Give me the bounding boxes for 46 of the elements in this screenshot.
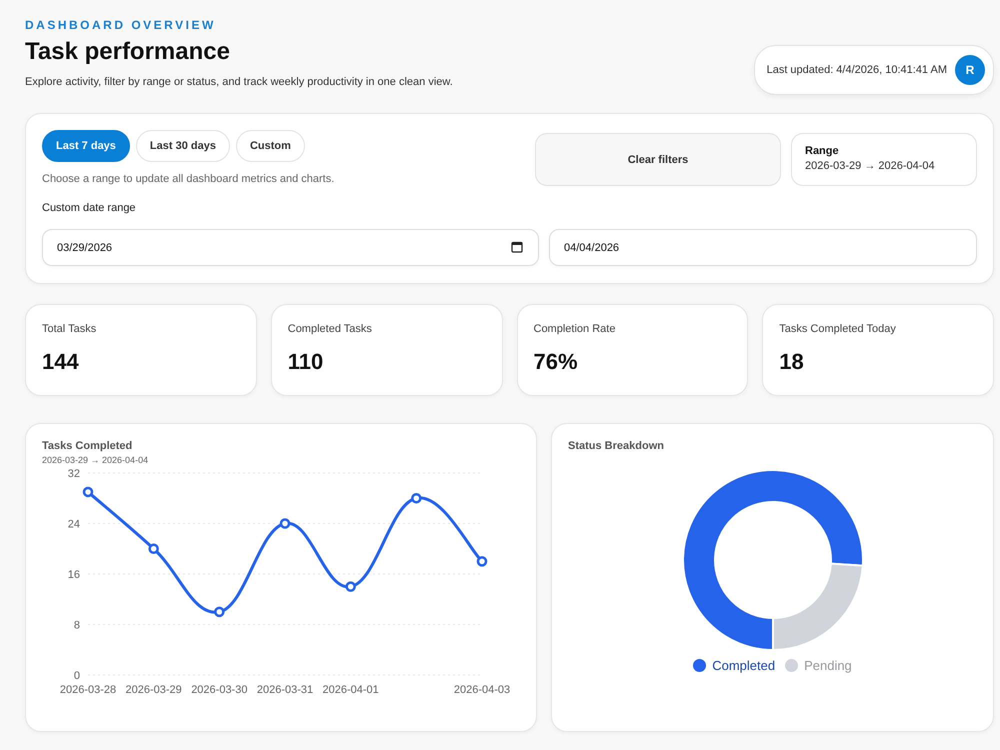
y-tick-label: 8 [74, 620, 80, 632]
data-point [411, 493, 422, 504]
data-point [214, 606, 225, 618]
calendar-icon[interactable] [511, 241, 523, 253]
legend-label[interactable]: Completed [712, 658, 776, 673]
range-chip[interactable]: Last 7 days [42, 130, 130, 162]
data-point [476, 556, 488, 567]
data-point [148, 544, 159, 554]
chart-subtitle: 2026-03-29 → 2026-04-04 [42, 455, 150, 465]
data-point [82, 486, 94, 498]
stat-value: 76% [534, 349, 579, 375]
y-tick-label: 32 [68, 468, 80, 480]
stat-value: 110 [288, 349, 324, 375]
last-updated-text: Last updated: 4/4/2026, 10:41:41 AM [766, 64, 947, 76]
x-tick-label: 2026-03-28 [60, 684, 116, 696]
y-tick-label: 16 [68, 569, 80, 581]
range-chip[interactable]: Custom [236, 130, 305, 162]
page-subtitle: Explore activity, filter by range or status, and track weekly productivity in one clean view. [25, 76, 453, 88]
x-tick-label: 2026-03-30 [191, 684, 248, 696]
x-tick-label: 2026-04-03 [454, 684, 510, 696]
data-point [345, 581, 356, 592]
stat-label: Total Tasks [42, 323, 98, 335]
stat-label: Tasks Completed Today [779, 323, 897, 335]
x-tick-label: 2026-03-29 [126, 684, 182, 696]
x-tick-label: 2026-03-31 [256, 684, 314, 696]
chart-title: Status Breakdown [568, 440, 665, 452]
range-label: Range [805, 145, 840, 157]
clear-filters-button[interactable]: Clear filters [535, 133, 781, 186]
range-chip[interactable]: Last 30 days [136, 130, 230, 162]
custom-range-label: Custom date range [42, 202, 137, 214]
range-value: 2026-03-29 → 2026-04-04 [805, 160, 936, 172]
stat-label: Completion Rate [534, 323, 616, 335]
range-hint: Choose a range to update all dashboard metrics and charts. [42, 173, 336, 185]
chart-title: Tasks Completed [42, 440, 134, 452]
stat-value: 18 [779, 349, 805, 375]
stat-label: Completed Tasks [288, 323, 373, 335]
eyebrow-label: DASHBOARD OVERVIEW [25, 18, 217, 32]
stat-value: 144 [42, 349, 80, 375]
data-point [280, 518, 290, 529]
y-tick-label: 24 [68, 518, 80, 530]
date-field[interactable]: 04/04/2026 [549, 229, 977, 266]
date-field[interactable]: 03/29/2026 [42, 229, 539, 266]
y-tick-label: 0 [74, 670, 80, 682]
x-tick-label: 2026-04-01 [322, 684, 379, 696]
refresh-button[interactable]: R [955, 55, 985, 85]
page-title: Task performance [25, 38, 231, 66]
